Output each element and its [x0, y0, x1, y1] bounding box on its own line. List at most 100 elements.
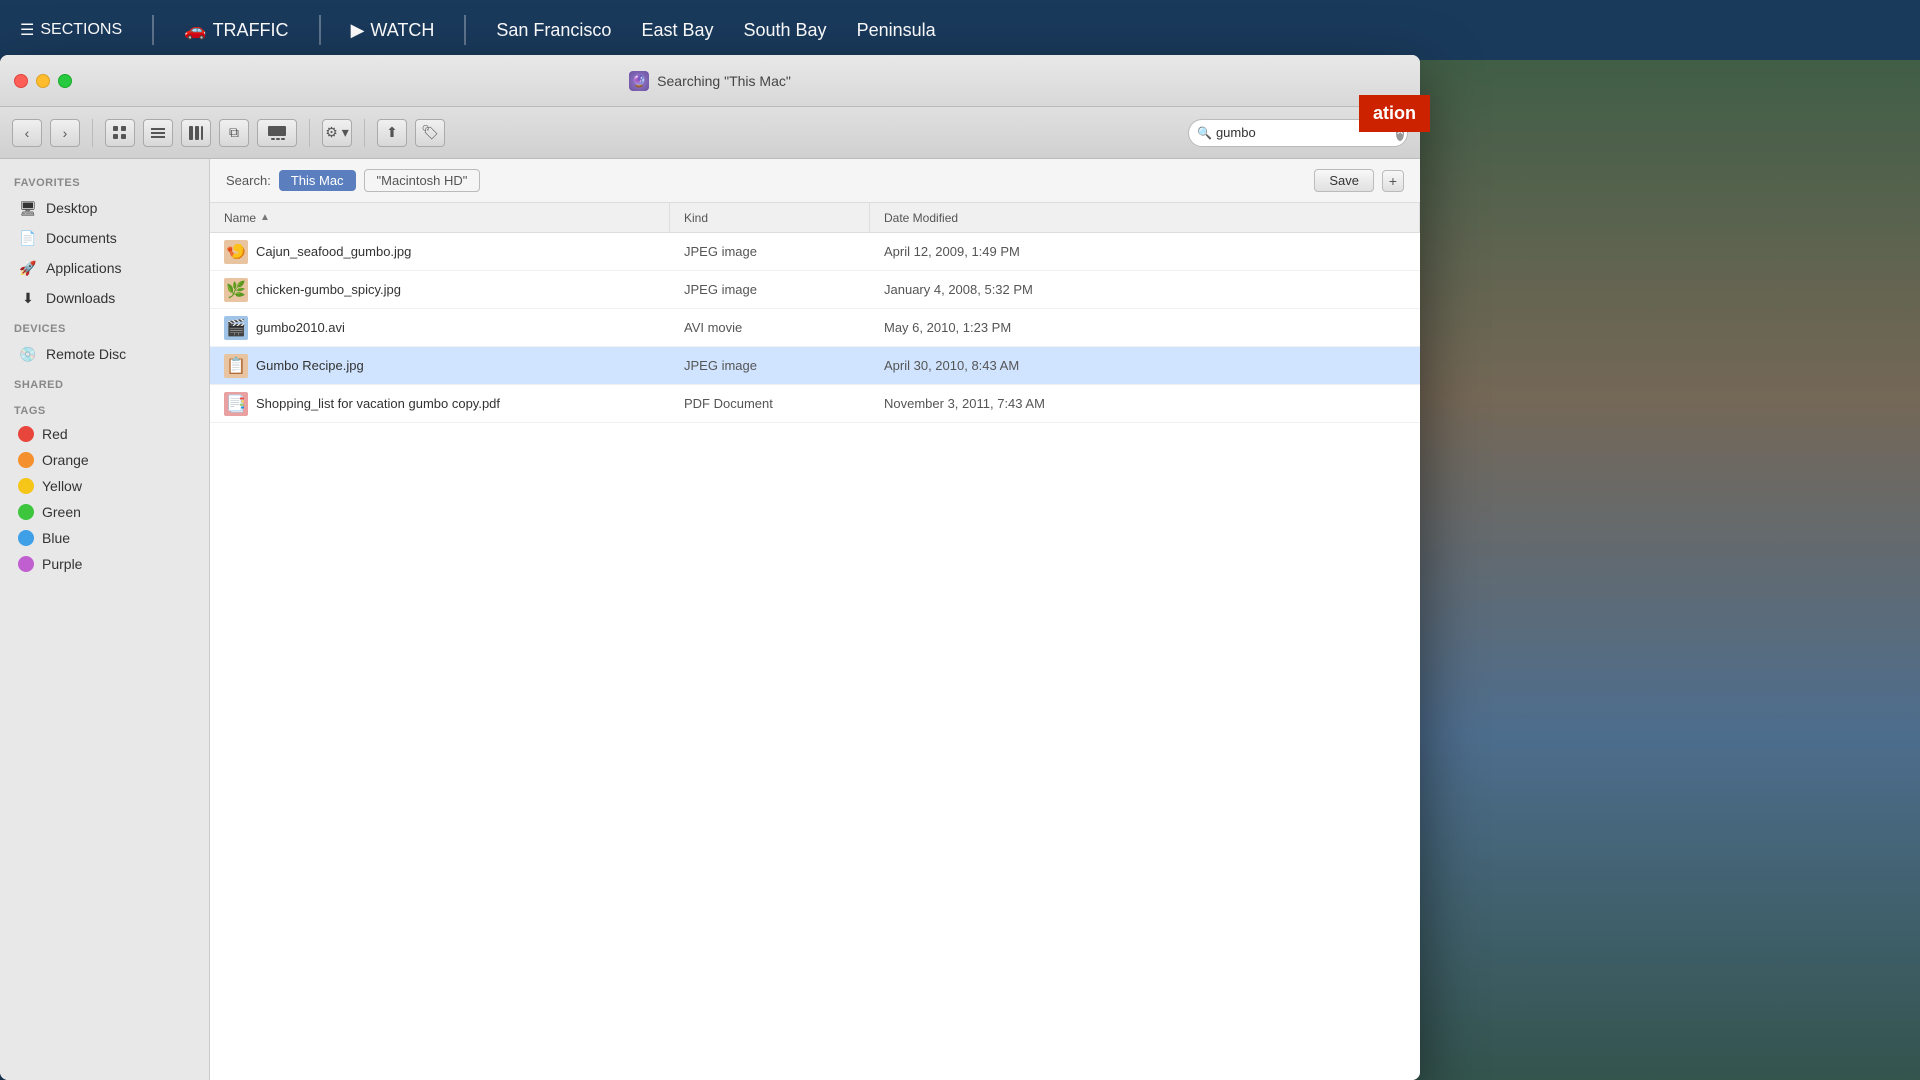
file-kind-cell: AVI movie	[670, 320, 870, 335]
kind-column-header[interactable]: Kind	[670, 203, 870, 232]
nav-divider	[152, 15, 154, 45]
close-button[interactable]	[14, 74, 28, 88]
minimize-button[interactable]	[36, 74, 50, 88]
finder-window: 🔮 Searching "This Mac" ‹ ›	[0, 55, 1420, 1080]
remote-disc-icon: 💿	[18, 344, 38, 364]
file-thumbnail: 🍤	[224, 240, 248, 264]
tag-dot-blue	[18, 530, 34, 546]
peninsula-link[interactable]: Peninsula	[857, 20, 936, 41]
back-button[interactable]: ‹	[12, 119, 42, 147]
favorites-section-label: Favorites	[0, 167, 209, 193]
toolbar-sep1	[92, 119, 93, 147]
date-column-header[interactable]: Date Modified	[870, 203, 1420, 232]
file-name-cell: 🍤 Cajun_seafood_gumbo.jpg	[210, 240, 670, 264]
file-kind-cell: JPEG image	[670, 358, 870, 373]
tag-dot-purple	[18, 556, 34, 572]
sidebar-item-tag-purple[interactable]: Purple	[4, 551, 205, 577]
sections-nav[interactable]: ☰ SECTIONS	[20, 20, 122, 40]
southbay-link[interactable]: South Bay	[744, 20, 827, 41]
file-rows: 🍤 Cajun_seafood_gumbo.jpg JPEG image Apr…	[210, 233, 1420, 1080]
forward-button[interactable]: ›	[50, 119, 80, 147]
nav-divider2	[319, 15, 321, 45]
watch-nav[interactable]: ▶ WATCH	[351, 20, 435, 41]
traffic-nav[interactable]: 🚗 TRAFFIC	[184, 20, 288, 41]
table-row[interactable]: 🎬 gumbo2010.avi AVI movie May 6, 2010, 1…	[210, 309, 1420, 347]
tag-dot-yellow	[18, 478, 34, 494]
file-name-cell: 🎬 gumbo2010.avi	[210, 316, 670, 340]
background-photos	[1400, 60, 1920, 1080]
table-row[interactable]: 🍤 Cajun_seafood_gumbo.jpg JPEG image Apr…	[210, 233, 1420, 271]
title-bar: 🔮 Searching "This Mac"	[0, 55, 1420, 107]
eastbay-link[interactable]: East Bay	[641, 20, 713, 41]
sidebar-item-tag-green[interactable]: Green	[4, 499, 205, 525]
shared-section-label: Shared	[0, 369, 209, 395]
table-row[interactable]: 📋 Gumbo Recipe.jpg JPEG image April 30, …	[210, 347, 1420, 385]
file-date-cell: April 12, 2009, 1:49 PM	[870, 244, 1420, 259]
devices-section-label: Devices	[0, 313, 209, 339]
desktop-icon: 🖥	[18, 198, 38, 218]
play-icon: ▶	[351, 20, 365, 41]
share-button[interactable]: ⬆	[377, 119, 407, 147]
sidebar-item-tag-red[interactable]: Red	[4, 421, 205, 447]
scope-macintosh-hd-button[interactable]: "Macintosh HD"	[364, 169, 481, 192]
sidebar-item-tag-blue[interactable]: Blue	[4, 525, 205, 551]
tag-dot-red	[18, 426, 34, 442]
icon-view-button[interactable]	[105, 119, 135, 147]
sidebar-item-desktop[interactable]: 🖥 Desktop	[4, 193, 205, 223]
main-content: Favorites 🖥 Desktop 📄 Documents 🚀 Applic…	[0, 159, 1420, 1080]
name-column-header[interactable]: Name ▲	[210, 203, 670, 232]
table-row[interactable]: 🌿 chicken-gumbo_spicy.jpg JPEG image Jan…	[210, 271, 1420, 309]
applications-icon: 🚀	[18, 258, 38, 278]
file-kind-cell: JPEG image	[670, 244, 870, 259]
save-search-button[interactable]: Save	[1314, 169, 1374, 192]
sidebar-item-downloads[interactable]: ⬇ Downloads	[4, 283, 205, 313]
traffic-icon: 🚗	[184, 20, 206, 41]
window-title-area: 🔮 Searching "This Mac"	[629, 71, 791, 91]
window-title: Searching "This Mac"	[657, 73, 791, 89]
file-list-area: Search: This Mac "Macintosh HD" Save + N…	[210, 159, 1420, 1080]
sidebar-item-applications[interactable]: 🚀 Applications	[4, 253, 205, 283]
news-bar: ☰ SECTIONS 🚗 TRAFFIC ▶ WATCH San Francis…	[0, 0, 1920, 60]
file-name-cell: 📋 Gumbo Recipe.jpg	[210, 354, 670, 378]
action-button[interactable]: ⚙ ▾	[322, 119, 352, 147]
file-date-cell: January 4, 2008, 5:32 PM	[870, 282, 1420, 297]
gallery-view-button[interactable]	[257, 119, 297, 147]
window-controls	[14, 74, 72, 88]
file-thumbnail: 📋	[224, 354, 248, 378]
search-filter-bar: Search: This Mac "Macintosh HD" Save +	[210, 159, 1420, 203]
search-label: Search:	[226, 173, 271, 188]
add-criterion-button[interactable]: +	[1382, 170, 1404, 192]
file-date-cell: April 30, 2010, 8:43 AM	[870, 358, 1420, 373]
toolbar: ‹ › ⧉	[0, 107, 1420, 159]
toolbar-sep2	[309, 119, 310, 147]
sidebar: Favorites 🖥 Desktop 📄 Documents 🚀 Applic…	[0, 159, 210, 1080]
file-kind-cell: JPEG image	[670, 282, 870, 297]
sidebar-item-tag-orange[interactable]: Orange	[4, 447, 205, 473]
file-thumbnail: 🎬	[224, 316, 248, 340]
tag-button[interactable]: 🏷	[415, 119, 445, 147]
sidebar-item-tag-yellow[interactable]: Yellow	[4, 473, 205, 499]
cover-flow-button[interactable]: ⧉	[219, 119, 249, 147]
hamburger-icon: ☰	[20, 20, 34, 40]
column-view-button[interactable]	[181, 119, 211, 147]
finder-icon: 🔮	[629, 71, 649, 91]
sidebar-item-documents[interactable]: 📄 Documents	[4, 223, 205, 253]
list-view-button[interactable]	[143, 119, 173, 147]
file-kind-cell: PDF Document	[670, 396, 870, 411]
file-name-cell: 📑 Shopping_list for vacation gumbo copy.…	[210, 392, 670, 416]
maximize-button[interactable]	[58, 74, 72, 88]
file-thumbnail: 📑	[224, 392, 248, 416]
tags-section-label: Tags	[0, 395, 209, 421]
sf-link[interactable]: San Francisco	[496, 20, 611, 41]
table-row[interactable]: 📑 Shopping_list for vacation gumbo copy.…	[210, 385, 1420, 423]
toolbar-sep3	[364, 119, 365, 147]
scope-this-mac-button[interactable]: This Mac	[279, 170, 356, 191]
column-headers: Name ▲ Kind Date Modified	[210, 203, 1420, 233]
breaking-badge: ation	[1359, 95, 1430, 132]
sort-arrow: ▲	[260, 212, 270, 223]
tag-dot-green	[18, 504, 34, 520]
tag-dot-orange	[18, 452, 34, 468]
sidebar-item-remote-disc[interactable]: 💿 Remote Disc	[4, 339, 205, 369]
file-date-cell: November 3, 2011, 7:43 AM	[870, 396, 1420, 411]
downloads-icon: ⬇	[18, 288, 38, 308]
